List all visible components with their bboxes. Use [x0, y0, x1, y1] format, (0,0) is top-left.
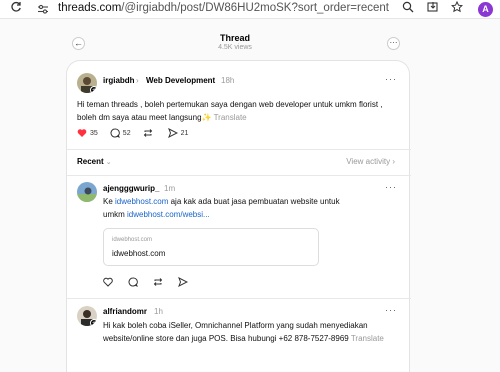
- share-count: 21: [180, 129, 189, 137]
- avatar[interactable]: +: [77, 73, 97, 93]
- reply-link[interactable]: idwebhost.com: [115, 197, 168, 206]
- zoom-icon[interactable]: [402, 1, 414, 16]
- comment-icon: [110, 128, 120, 138]
- link-preview-title: idwebhost.com: [112, 249, 166, 258]
- send-icon: [178, 277, 188, 287]
- browser-toolbar: threads.com/@irgiabdh/post/DW86HU2moSK?s…: [0, 0, 500, 19]
- reload-icon[interactable]: [10, 1, 22, 16]
- avatar[interactable]: +: [77, 306, 97, 326]
- reply-text-line2: website/online store dan juga POS. Bisa …: [103, 334, 349, 343]
- repost-icon: [153, 278, 163, 286]
- url-path: /@irgiabdh/post/DW86HU2moSK?sort_order=r…: [121, 2, 389, 14]
- link-preview-card[interactable]: idwebhost.com idwebhost.com: [103, 228, 319, 266]
- view-activity-label: View activity: [346, 157, 391, 166]
- avatar[interactable]: [77, 182, 97, 202]
- profile-avatar[interactable]: A: [478, 2, 493, 17]
- divider: [67, 175, 411, 176]
- like-button[interactable]: 35: [77, 128, 98, 138]
- sparkle-emoji: ✨: [201, 113, 212, 122]
- heart-icon: [103, 277, 113, 287]
- translate-link[interactable]: Translate: [214, 113, 247, 122]
- thread-header: ← Thread 4.5K views ···: [0, 30, 500, 56]
- chevron-down-icon: ⌄: [105, 159, 112, 166]
- chevron-right-icon: ›: [392, 157, 395, 166]
- reply-time: 1h: [154, 307, 163, 316]
- comment-button[interactable]: 52: [110, 128, 131, 138]
- send-icon: [167, 128, 178, 138]
- reply-text-segment: aja kak ada buat jasa pembuatan website …: [168, 197, 340, 206]
- reply-text: Ke idwebhost.com aja kak ada buat jasa p…: [103, 195, 403, 221]
- comment-icon: [128, 277, 138, 287]
- divider: [67, 149, 411, 150]
- post-actions: 35 52 21: [77, 128, 200, 138]
- bookmark-star-icon[interactable]: [450, 0, 464, 16]
- reply-link[interactable]: idwebhost.com/websi...: [127, 210, 210, 219]
- reply-more-icon[interactable]: ···: [385, 182, 397, 192]
- follow-plus-icon[interactable]: +: [90, 86, 97, 93]
- like-button[interactable]: [103, 277, 116, 287]
- reply-time: 1m: [164, 184, 176, 193]
- share-button[interactable]: 21: [167, 128, 189, 138]
- comment-button[interactable]: [128, 277, 141, 287]
- post-username[interactable]: irgiabdh: [103, 76, 135, 85]
- link-preview-domain: idwebhost.com: [112, 237, 153, 243]
- view-activity-link[interactable]: View activity ›: [346, 157, 395, 166]
- divider: [67, 298, 411, 299]
- url-host: threads.com: [58, 2, 122, 14]
- sort-label: Recent: [77, 157, 104, 166]
- post-more-icon[interactable]: ···: [385, 74, 397, 84]
- topic-arrow-icon: ›: [136, 76, 139, 85]
- address-bar[interactable]: threads.com/@irgiabdh/post/DW86HU2moSK?s…: [58, 2, 389, 14]
- install-app-icon[interactable]: [427, 1, 439, 16]
- post-text-line1: Hi teman threads , boleh pertemukan saya…: [77, 100, 383, 109]
- post-time: 18h: [221, 76, 235, 85]
- reply-more-icon[interactable]: ···: [385, 305, 397, 315]
- reply-text-segment: umkm: [103, 210, 127, 219]
- reply-text-segment: Ke: [103, 197, 116, 206]
- sort-dropdown[interactable]: Recent ⌄: [77, 157, 112, 166]
- reply-actions: [103, 277, 203, 287]
- post-text: Hi teman threads , boleh pertemukan saya…: [77, 98, 407, 124]
- repost-icon: [143, 129, 152, 137]
- heart-icon: [77, 129, 87, 137]
- thread-card: + irgiabdh › Web Development 18h ··· Hi …: [66, 60, 411, 372]
- comment-count: 52: [122, 129, 131, 137]
- post-topic[interactable]: Web Development: [146, 76, 215, 85]
- like-count: 35: [90, 129, 98, 137]
- repost-button[interactable]: [143, 128, 156, 138]
- repost-button[interactable]: [153, 277, 166, 287]
- reply-username[interactable]: alfriandomr: [103, 307, 147, 316]
- reply-text-line1: Hi kak boleh coba iSeller, Omnichannel P…: [103, 321, 368, 330]
- post-text-line2: boleh dm saya atau meet langsung: [77, 113, 202, 122]
- reply-username[interactable]: ajengggwurip_: [103, 184, 159, 193]
- translate-link[interactable]: Translate: [351, 334, 384, 343]
- more-options-icon[interactable]: ···: [387, 37, 400, 50]
- follow-plus-icon[interactable]: +: [90, 319, 97, 326]
- site-info-icon[interactable]: [37, 2, 49, 14]
- reply-text: Hi kak boleh coba iSeller, Omnichannel P…: [103, 319, 408, 345]
- share-button[interactable]: [178, 277, 191, 287]
